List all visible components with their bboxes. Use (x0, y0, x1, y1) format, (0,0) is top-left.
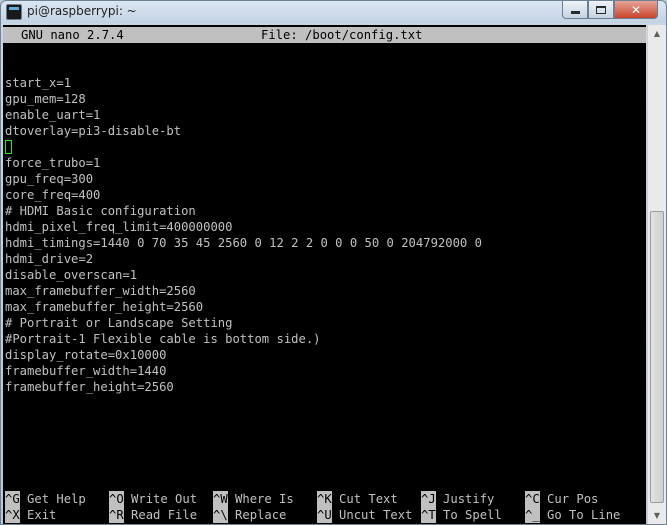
shortcut-cur-pos[interactable]: ^C Cur Pos (525, 491, 598, 507)
shortcut-where-is[interactable]: ^W Where Is (213, 491, 294, 507)
maximize-button[interactable] (588, 1, 614, 19)
shortcut-uncut-text[interactable]: ^U Uncut Text (317, 507, 412, 523)
shortcut-row-1: ^G Get Help ^O Write Out ^W Where Is ^K … (3, 491, 646, 507)
editor-line: #Portrait-1 Flexible cable is bottom sid… (5, 332, 321, 346)
scroll-thumb[interactable] (650, 211, 664, 503)
terminal-window: pi@raspberrypi: ~ ✕ GNU nano 2.7.4 File:… (0, 0, 667, 525)
editor-line: disable_overscan=1 (5, 268, 138, 282)
editor-line: hdmi_timings=1440 0 70 35 45 2560 0 12 2… (5, 236, 482, 250)
editor-line: core_freq=400 (5, 188, 101, 202)
nano-shortcut-bar: ^G Get Help ^O Write Out ^W Where Is ^K … (3, 491, 646, 523)
editor-line: enable_uart=1 (5, 108, 101, 122)
editor-line: max_framebuffer_height=2560 (5, 300, 204, 314)
close-button[interactable]: ✕ (614, 1, 658, 19)
editor-line: max_framebuffer_width=2560 (5, 284, 196, 298)
editor-line: framebuffer_height=2560 (5, 380, 174, 394)
nano-version: GNU nano 2.7.4 (21, 28, 124, 42)
window-title: pi@raspberrypi: ~ (27, 4, 137, 18)
editor-line: gpu_freq=300 (5, 172, 94, 186)
shortcut-read-file[interactable]: ^R Read File (109, 507, 197, 523)
editor-line: dtoverlay=pi3-disable-bt (5, 124, 182, 138)
shortcut-justify[interactable]: ^J Justify (421, 491, 494, 507)
shortcut-replace[interactable]: ^\ Replace (213, 507, 286, 523)
maximize-icon (596, 5, 606, 14)
minimize-icon (570, 11, 580, 14)
text-cursor (5, 140, 12, 154)
scroll-down-icon[interactable]: ▼ (648, 507, 666, 524)
shortcut-to-spell[interactable]: ^T To Spell (421, 507, 502, 523)
terminal-app-icon (6, 4, 22, 20)
vertical-scrollbar[interactable]: ▲ ▼ (647, 25, 666, 524)
shortcut-cut-text[interactable]: ^K Cut Text (317, 491, 398, 507)
shortcut-go-to-line[interactable]: ^_ Go To Line (525, 507, 620, 523)
editor-line: force_trubo=1 (5, 156, 101, 170)
shortcut-get-help[interactable]: ^G Get Help (5, 491, 86, 507)
minimize-button[interactable] (562, 1, 588, 19)
editor-line: gpu_mem=128 (5, 92, 86, 106)
terminal-area[interactable]: GNU nano 2.7.4 File: /boot/config.txt st… (3, 25, 646, 524)
editor-line: # HDMI Basic configuration (5, 204, 196, 218)
editor-line: hdmi_pixel_freq_limit=400000000 (5, 220, 233, 234)
editor-line: display_rotate=0x10000 (5, 348, 167, 362)
editor-line-cursor (5, 139, 645, 155)
scroll-up-icon[interactable]: ▲ (648, 25, 666, 42)
title-bar[interactable]: pi@raspberrypi: ~ ✕ (1, 1, 666, 23)
editor-line: hdmi_drive=2 (5, 252, 94, 266)
editor-line: # Portrait or Landscape Setting (5, 316, 233, 330)
shortcut-exit[interactable]: ^X Exit (5, 507, 56, 523)
editor-content[interactable]: start_x=1 gpu_mem=128 enable_uart=1 dtov… (5, 59, 645, 395)
shortcut-write-out[interactable]: ^O Write Out (109, 491, 197, 507)
editor-line: framebuffer_width=1440 (5, 364, 167, 378)
nano-header-bar: GNU nano 2.7.4 File: /boot/config.txt (3, 27, 646, 43)
nano-filename: File: /boot/config.txt (261, 28, 423, 42)
close-icon: ✕ (630, 2, 642, 17)
editor-line: start_x=1 (5, 76, 72, 90)
shortcut-row-2: ^X Exit ^R Read File ^\ Replace ^U Uncut… (3, 507, 646, 523)
